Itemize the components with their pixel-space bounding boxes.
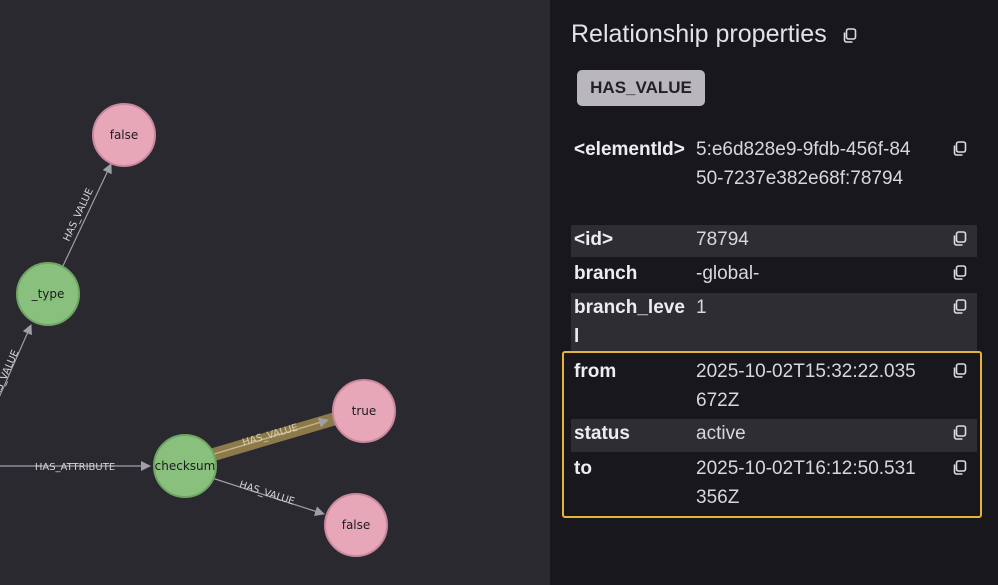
property-key: from: [574, 361, 617, 382]
edge-checksum-true-selected[interactable]: HAS_VALUE: [205, 412, 341, 462]
edge-label: HAS_VALUE: [62, 187, 96, 244]
property-row-to: to 2025-10-02T16:12:50.531356Z: [571, 454, 977, 514]
node-true[interactable]: true: [332, 379, 396, 443]
edge-left-type[interactable]: HAS_VALUE: [0, 324, 32, 418]
copy-icon[interactable]: [952, 141, 967, 161]
node-false-bottom[interactable]: false: [324, 493, 388, 557]
node-checksum[interactable]: checksum: [153, 434, 217, 498]
edge-label: HAS_VALUE: [0, 348, 21, 405]
property-key: branch: [574, 263, 638, 284]
node-label: false: [110, 128, 139, 142]
property-value: active: [696, 423, 746, 444]
property-value: -global-: [696, 263, 760, 284]
property-key: <elementId>: [574, 139, 685, 160]
property-value: 2025-10-02T16:12:50.531356Z: [696, 458, 916, 508]
panel-title: Relationship properties: [571, 20, 827, 48]
node-type[interactable]: _type: [16, 262, 80, 326]
property-key: to: [574, 458, 592, 479]
property-value: 1: [696, 297, 707, 318]
relationship-properties-panel: Relationship properties HAS_VALUE <eleme…: [550, 0, 998, 585]
property-row-branch: branch -global-: [571, 259, 977, 291]
property-value: 78794: [696, 229, 749, 250]
property-key: branch_level: [574, 297, 685, 347]
property-row-status: status active: [571, 419, 977, 452]
graph-canvas[interactable]: HAS_VALUE HAS_VALUE HAS_ATTRIBUTE HAS_VA…: [0, 0, 550, 585]
property-key: <id>: [574, 229, 614, 250]
panel-title-row: Relationship properties: [571, 20, 857, 50]
copy-icon[interactable]: [952, 460, 967, 480]
copy-icon[interactable]: [952, 363, 967, 383]
property-row-id: <id> 78794: [571, 225, 977, 257]
copy-icon[interactable]: [952, 425, 967, 445]
edge-label: HAS_ATTRIBUTE: [35, 462, 115, 473]
node-label: _type: [31, 287, 65, 301]
node-label: checksum: [155, 459, 216, 473]
copy-icon[interactable]: [952, 265, 967, 285]
graph-svg[interactable]: HAS_VALUE HAS_VALUE HAS_ATTRIBUTE HAS_VA…: [0, 0, 550, 585]
property-row-elementid: <elementId> 5:e6d828e9-9fdb-456f-8450-72…: [571, 135, 977, 223]
property-key: status: [574, 423, 630, 444]
property-value: 2025-10-02T15:32:22.035672Z: [696, 361, 916, 411]
node-label: true: [352, 404, 377, 418]
edge-label: HAS_VALUE: [238, 480, 296, 508]
edge-checksum-false[interactable]: HAS_VALUE: [211, 477, 325, 517]
node-label: false: [342, 518, 371, 532]
copy-icon[interactable]: [952, 299, 967, 319]
property-row-from: from 2025-10-02T15:32:22.035672Z: [571, 357, 977, 417]
relationship-type-badge[interactable]: HAS_VALUE: [577, 70, 705, 106]
property-row-branch-level: branch_level 1: [571, 293, 977, 351]
copy-icon[interactable]: [952, 231, 967, 251]
copy-icon[interactable]: [842, 21, 857, 49]
property-value: 5:e6d828e9-9fdb-456f-8450-7237e382e68f:7…: [696, 139, 911, 189]
edge-type-false[interactable]: HAS_VALUE: [61, 163, 112, 269]
node-false-top[interactable]: false: [92, 103, 156, 167]
edge-left-checksum[interactable]: HAS_ATTRIBUTE: [0, 461, 151, 473]
